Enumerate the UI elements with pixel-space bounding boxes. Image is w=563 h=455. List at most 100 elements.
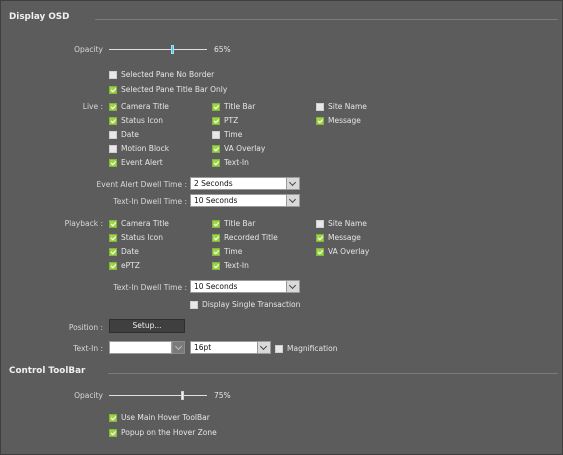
slider-track[interactable]: [109, 49, 207, 50]
event-alert-dwell-select[interactable]: 2 Seconds: [190, 177, 300, 190]
checkbox-box[interactable]: [316, 247, 324, 256]
magnification-checkbox[interactable]: Magnification: [275, 344, 337, 353]
checkbox-box[interactable]: [212, 158, 220, 167]
checkbox-box[interactable]: [316, 233, 324, 242]
setup-button[interactable]: Setup...: [109, 319, 185, 333]
select-value: 10 Seconds: [194, 282, 238, 291]
checkbox-box[interactable]: [212, 219, 220, 228]
checkbox-box[interactable]: [212, 247, 220, 256]
pb-va-overlay-checkbox[interactable]: VA Overlay: [316, 247, 369, 256]
checkbox-box[interactable]: [109, 413, 117, 422]
checkbox-box[interactable]: [109, 85, 117, 94]
pb-eptz-checkbox[interactable]: ePTZ: [109, 261, 140, 270]
event-alert-dwell-label: Event Alert Dwell Time :: [96, 180, 187, 189]
slider-thumb[interactable]: [181, 391, 184, 400]
chevron-down-icon[interactable]: [257, 342, 270, 353]
checkbox-box[interactable]: [109, 130, 117, 139]
checkbox-box[interactable]: [109, 158, 117, 167]
checkbox-box[interactable]: [109, 233, 117, 242]
pb-message-checkbox[interactable]: Message: [316, 233, 361, 242]
checkbox-label: Text-In: [224, 158, 249, 167]
checkbox-box[interactable]: [109, 116, 117, 125]
chevron-down-icon[interactable]: [172, 341, 185, 354]
popup-on-hover-zone-checkbox[interactable]: Popup on the Hover Zone: [109, 428, 217, 437]
checkbox-box[interactable]: [316, 102, 324, 111]
checkbox-label: Camera Title: [121, 219, 169, 228]
live-motion-block-checkbox[interactable]: Motion Block: [109, 144, 169, 153]
display-single-transaction-checkbox[interactable]: Display Single Transaction: [190, 300, 300, 309]
chevron-down-icon[interactable]: [286, 281, 299, 292]
checkbox-box[interactable]: [190, 300, 198, 309]
live-status-icon-checkbox[interactable]: Status Icon: [109, 116, 163, 125]
pb-date-checkbox[interactable]: Date: [109, 247, 139, 256]
text-in-dwell-live-label: Text-In Dwell Time :: [113, 197, 187, 206]
live-ptz-checkbox[interactable]: PTZ: [212, 116, 238, 125]
checkbox-box[interactable]: [109, 428, 117, 437]
pb-title-bar-checkbox[interactable]: Title Bar: [212, 219, 255, 228]
checkbox-label: VA Overlay: [328, 247, 370, 256]
osd-settings-panel: Display OSD Opacity 65% Selected Pane No…: [0, 0, 563, 455]
pb-recorded-title-checkbox[interactable]: Recorded Title: [212, 233, 278, 242]
checkbox-box[interactable]: [109, 261, 117, 270]
slider-track[interactable]: [109, 395, 207, 396]
toolbar-opacity-value: 75%: [214, 391, 231, 400]
checkbox-box[interactable]: [109, 144, 117, 153]
checkbox-box[interactable]: [109, 70, 117, 79]
chevron-down-icon[interactable]: [286, 195, 299, 206]
checkbox-box[interactable]: [212, 116, 220, 125]
live-camera-title-checkbox[interactable]: Camera Title: [109, 102, 169, 111]
display-osd-title: Display OSD: [9, 12, 70, 22]
text-in-dwell-live-select[interactable]: 10 Seconds: [190, 194, 300, 207]
toolbar-opacity-label: Opacity: [74, 391, 103, 400]
checkbox-label: Status Icon: [121, 233, 163, 242]
use-main-hover-toolbar-checkbox[interactable]: Use Main Hover ToolBar: [109, 413, 210, 422]
checkbox-box[interactable]: [316, 219, 324, 228]
live-va-overlay-checkbox[interactable]: VA Overlay: [212, 144, 265, 153]
checkbox-box[interactable]: [316, 116, 324, 125]
text-in-dwell-playback-select[interactable]: 10 Seconds: [190, 280, 300, 293]
pb-site-name-checkbox[interactable]: Site Name: [316, 219, 367, 228]
live-text-in-checkbox[interactable]: Text-In: [212, 158, 249, 167]
live-message-checkbox[interactable]: Message: [316, 116, 361, 125]
text-in-color-field[interactable]: [109, 341, 172, 354]
pb-camera-title-checkbox[interactable]: Camera Title: [109, 219, 169, 228]
checkbox-label: Status Icon: [121, 116, 163, 125]
checkbox-box[interactable]: [212, 144, 220, 153]
checkbox-box[interactable]: [212, 261, 220, 270]
live-date-checkbox[interactable]: Date: [109, 130, 139, 139]
live-time-checkbox[interactable]: Time: [212, 130, 242, 139]
pb-status-icon-checkbox[interactable]: Status Icon: [109, 233, 163, 242]
live-title-bar-checkbox[interactable]: Title Bar: [212, 102, 255, 111]
select-value: 2 Seconds: [194, 179, 233, 188]
checkbox-label: Event Alert: [121, 158, 163, 167]
checkbox-box[interactable]: [109, 219, 117, 228]
slider-thumb[interactable]: [171, 45, 175, 54]
checkbox-label: Selected Pane No Border: [121, 70, 215, 79]
checkbox-label: Recorded Title: [224, 233, 278, 242]
selected-pane-title-bar-only-checkbox[interactable]: Selected Pane Title Bar Only: [109, 85, 227, 94]
live-site-name-checkbox[interactable]: Site Name: [316, 102, 367, 111]
checkbox-label: Title Bar: [224, 219, 256, 228]
section-divider: [108, 373, 558, 374]
checkbox-label: Site Name: [328, 102, 367, 111]
checkbox-label: Camera Title: [121, 102, 169, 111]
checkbox-box[interactable]: [212, 233, 220, 242]
font-size-select[interactable]: 16pt: [190, 341, 271, 354]
checkbox-box[interactable]: [212, 130, 220, 139]
pb-text-in-checkbox[interactable]: Text-In: [212, 261, 249, 270]
checkbox-box[interactable]: [212, 102, 220, 111]
osd-opacity-label: Opacity: [74, 45, 103, 54]
select-value: 10 Seconds: [194, 196, 238, 205]
chevron-down-icon[interactable]: [286, 178, 299, 189]
checkbox-label: Time: [224, 130, 243, 139]
checkbox-box[interactable]: [109, 102, 117, 111]
checkbox-box[interactable]: [275, 344, 283, 353]
playback-label: Playback :: [64, 219, 103, 228]
checkbox-box[interactable]: [109, 247, 117, 256]
live-event-alert-checkbox[interactable]: Event Alert: [109, 158, 163, 167]
pb-time-checkbox[interactable]: Time: [212, 247, 242, 256]
checkbox-label: Date: [121, 130, 139, 139]
selected-pane-no-border-checkbox[interactable]: Selected Pane No Border: [109, 70, 214, 79]
checkbox-label: Selected Pane Title Bar Only: [121, 85, 228, 94]
checkbox-label: Site Name: [328, 219, 367, 228]
